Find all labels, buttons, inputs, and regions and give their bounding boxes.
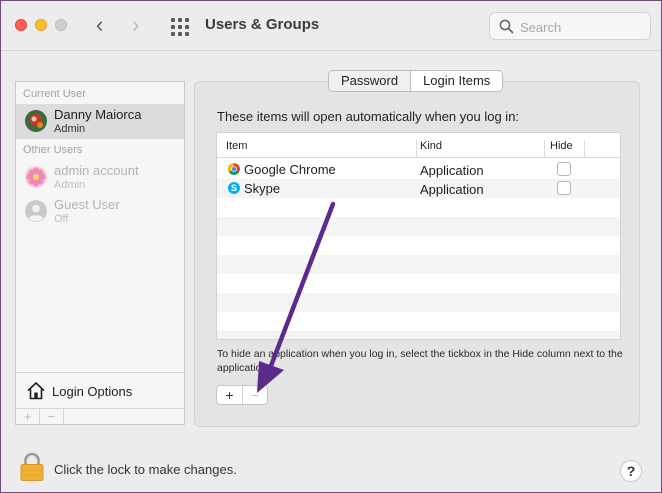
login-options-item[interactable]: Login Options	[16, 372, 184, 408]
user-role: Admin	[54, 123, 86, 135]
add-user-button[interactable]: +	[16, 409, 40, 425]
other-users-header: Other Users	[23, 144, 83, 156]
sidebar-add-remove: + −	[16, 408, 184, 425]
column-separator	[584, 140, 585, 157]
guest-avatar-icon	[25, 200, 47, 222]
chrome-icon	[228, 163, 240, 175]
chevron-right-icon[interactable]: ›	[132, 13, 139, 37]
tab-password[interactable]: Password	[329, 71, 410, 91]
login-items-table: Item Kind Hide Google Chrome Application…	[216, 132, 621, 340]
hide-checkbox[interactable]	[557, 181, 571, 195]
search-icon	[499, 19, 514, 34]
help-button[interactable]: ?	[620, 460, 642, 482]
tab-login-items[interactable]: Login Items	[410, 71, 503, 91]
hide-checkbox[interactable]	[557, 162, 571, 176]
login-items-description: These items will open automatically when…	[217, 109, 520, 124]
table-row	[217, 217, 620, 236]
user-danny-maiorca[interactable]: Danny Maiorca Admin	[16, 104, 184, 139]
add-login-item-button[interactable]: +	[217, 386, 242, 404]
current-user-header: Current User	[23, 88, 86, 100]
users-sidebar: Current User Danny Maiorca Admin Other U…	[15, 81, 185, 425]
table-row	[217, 331, 620, 339]
remove-login-item-button[interactable]: −	[242, 386, 267, 404]
user-role: Admin	[54, 179, 86, 191]
avatar	[25, 166, 47, 188]
table-row	[217, 274, 620, 293]
lock-icon[interactable]	[19, 452, 45, 482]
tab-bar: Password Login Items	[328, 70, 504, 92]
users-groups-window: ‹ › Users & Groups Current User	[0, 0, 662, 493]
table-row	[217, 293, 620, 312]
column-separator	[416, 140, 417, 157]
skype-icon: S	[228, 182, 240, 194]
remove-user-button[interactable]: −	[40, 409, 64, 425]
item-kind: Application	[420, 163, 484, 178]
login-options-label: Login Options	[52, 384, 133, 399]
zoom-button[interactable]	[55, 19, 67, 31]
hide-hint-text: To hide an application when you log in, …	[217, 348, 623, 374]
lock-status-text: Click the lock to make changes.	[54, 462, 237, 477]
window-title: Users & Groups	[205, 16, 320, 33]
table-row[interactable]: Google Chrome Application	[217, 160, 620, 179]
user-name: Guest User	[54, 197, 120, 212]
column-hide[interactable]: Hide	[550, 140, 573, 152]
item-name: Google Chrome	[244, 162, 336, 177]
user-guest[interactable]: Guest User Off	[16, 194, 184, 229]
minimize-button[interactable]	[35, 19, 47, 31]
table-row[interactable]: S Skype Application	[217, 179, 620, 198]
table-row	[217, 312, 620, 331]
table-row	[217, 236, 620, 255]
user-name: Danny Maiorca	[54, 107, 142, 122]
search-input[interactable]	[520, 17, 644, 37]
item-kind: Application	[420, 182, 484, 197]
house-icon	[27, 382, 45, 400]
user-role: Off	[54, 213, 69, 225]
table-row	[217, 198, 620, 217]
column-separator	[544, 140, 545, 157]
item-name: Skype	[244, 181, 281, 196]
chevron-left-icon[interactable]: ‹	[96, 13, 103, 37]
table-header: Item Kind Hide	[217, 133, 620, 158]
show-all-grid-icon[interactable]	[171, 18, 189, 36]
login-items-add-remove: + −	[216, 385, 268, 405]
user-name: admin account	[54, 163, 139, 178]
search-field[interactable]	[489, 12, 651, 40]
column-kind[interactable]: Kind	[420, 140, 442, 152]
table-row	[217, 255, 620, 274]
svg-text:S: S	[231, 183, 237, 193]
title-bar: ‹ › Users & Groups	[1, 1, 661, 51]
column-item[interactable]: Item	[226, 140, 247, 152]
avatar	[25, 110, 47, 132]
user-admin-account[interactable]: admin account Admin	[16, 160, 184, 195]
close-button[interactable]	[15, 19, 27, 31]
